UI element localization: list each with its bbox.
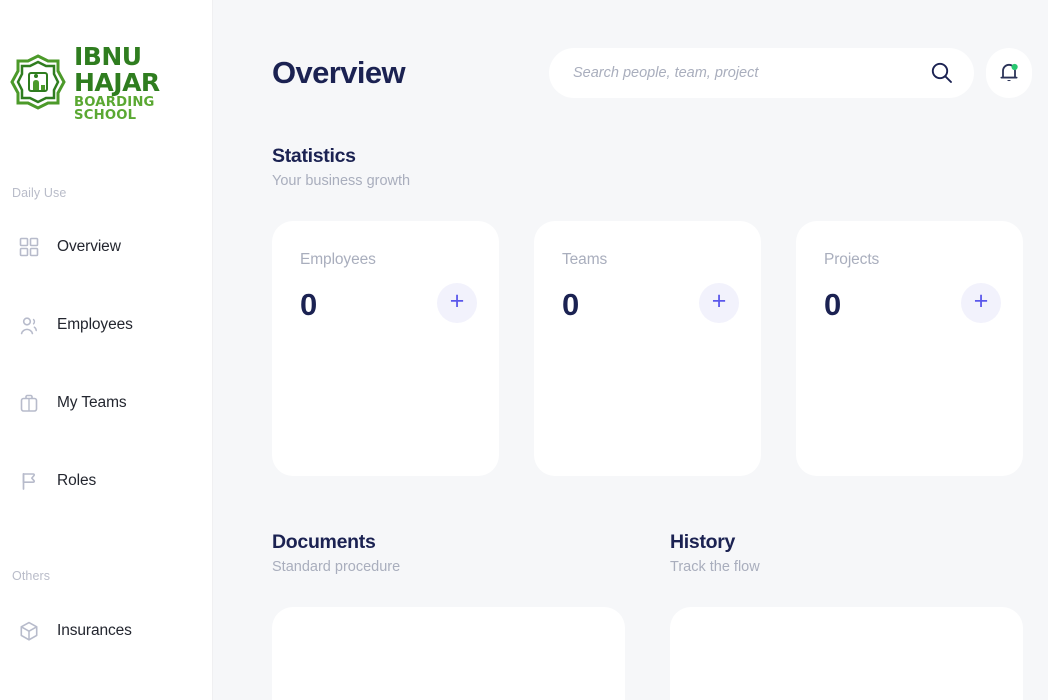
sidebar-item-employees[interactable]: Employees xyxy=(0,305,213,345)
main-content: Overview Search people, team, project St… xyxy=(213,0,1048,700)
stat-card-teams[interactable]: Teams 0 + xyxy=(534,221,761,476)
grid-icon xyxy=(18,236,40,258)
page-title: Overview xyxy=(272,54,406,90)
sidebar-item-roles[interactable]: Roles xyxy=(0,461,213,501)
statistics-title: Statistics xyxy=(272,145,356,167)
plus-icon: + xyxy=(449,287,465,315)
sidebar-item-overview[interactable]: Overview xyxy=(0,227,213,267)
box-3d-icon xyxy=(18,620,40,642)
briefcase-icon xyxy=(18,392,40,414)
add-project-button[interactable]: + xyxy=(961,283,1001,323)
sidebar-item-label: Overview xyxy=(57,238,121,256)
sidebar-item-label: Insurances xyxy=(57,622,132,640)
plus-icon: + xyxy=(973,287,989,315)
documents-subtitle: Standard procedure xyxy=(272,559,401,575)
statistics-header: Statistics Your business growth xyxy=(225,145,1048,189)
flag-icon xyxy=(18,470,40,492)
bell-icon xyxy=(1000,63,1018,82)
sidebar-item-insurances[interactable]: Insurances xyxy=(0,611,213,651)
history-card[interactable] xyxy=(670,607,1023,700)
stat-card-label: Teams xyxy=(562,251,608,268)
sidebar-item-label: Roles xyxy=(57,472,97,490)
octagon-star-mosque-logo-icon xyxy=(10,54,66,110)
stat-card-label: Projects xyxy=(824,251,880,268)
sidebar-item-label: Employees xyxy=(57,316,133,334)
add-employee-button[interactable]: + xyxy=(437,283,477,323)
search-icon[interactable] xyxy=(928,60,954,86)
users-icon xyxy=(18,314,40,336)
documents-title: Documents xyxy=(272,531,376,553)
history-subtitle: Track the flow xyxy=(670,559,760,575)
stat-card-employees[interactable]: Employees 0 + xyxy=(272,221,499,476)
statistics-cards: Employees 0 + Teams 0 + Projects 0 + xyxy=(225,221,1048,476)
search-input[interactable] xyxy=(573,64,928,81)
notifications-button[interactable] xyxy=(986,47,1032,98)
history-section: History Track the flow xyxy=(670,531,1023,700)
brand-subtitle: BOARDING SCHOOL xyxy=(74,95,155,124)
notification-dot xyxy=(1011,63,1018,71)
add-team-button[interactable]: + xyxy=(699,283,739,323)
sidebar: IBNU HAJAR BOARDING SCHOOL Daily Use Ove… xyxy=(0,0,213,700)
plus-icon: + xyxy=(711,287,727,315)
sidebar-section-label-others: Others xyxy=(12,569,51,584)
sidebar-section-label-daily-use: Daily Use xyxy=(12,186,67,201)
statistics-subtitle: Your business growth xyxy=(272,173,411,189)
sidebar-item-label: My Teams xyxy=(57,394,127,412)
stat-card-projects[interactable]: Projects 0 + xyxy=(796,221,1023,476)
topbar-actions xyxy=(549,47,1032,98)
app-root: IBNU HAJAR BOARDING SCHOOL Daily Use Ove… xyxy=(0,0,1048,700)
sidebar-item-my-teams[interactable]: My Teams xyxy=(0,383,213,423)
stat-card-label: Employees xyxy=(300,251,376,268)
documents-card[interactable] xyxy=(272,607,625,700)
lower-sections: Documents Standard procedure History Tra… xyxy=(225,531,1048,700)
brand-title: IBNU HAJAR xyxy=(74,42,160,97)
history-title: History xyxy=(670,531,736,553)
topbar: Overview xyxy=(225,0,1048,145)
documents-section: Documents Standard procedure xyxy=(272,531,625,700)
brand-logo[interactable]: IBNU HAJAR BOARDING SCHOOL xyxy=(0,0,213,122)
search-bar[interactable] xyxy=(549,47,974,98)
